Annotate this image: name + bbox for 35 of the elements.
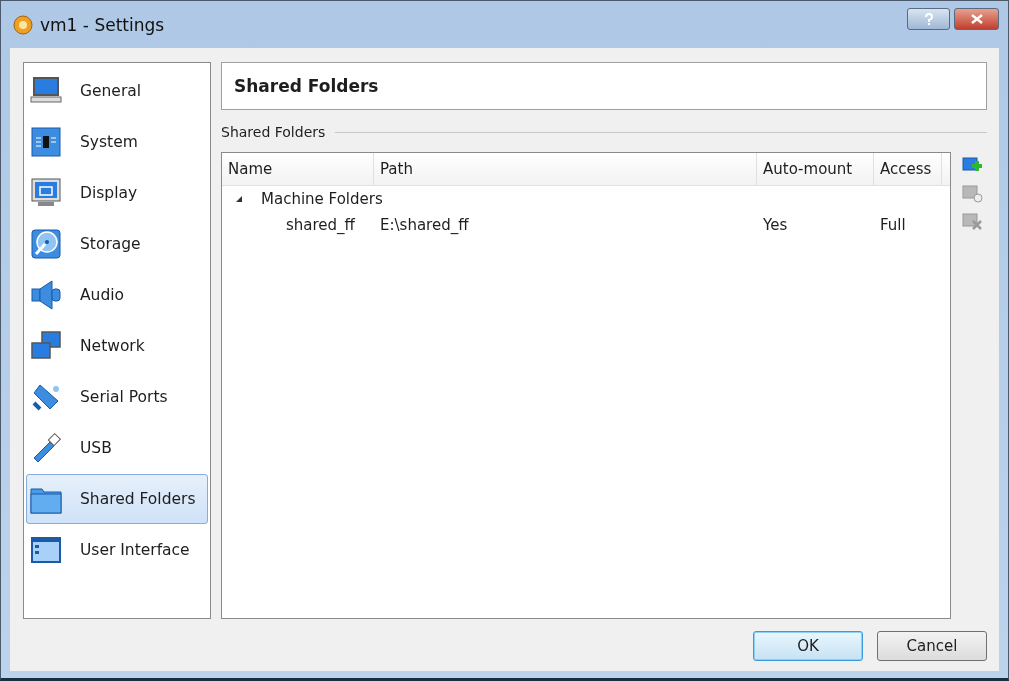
table-cell-text: Full [879,216,907,234]
sidebar-item[interactable]: User Interface [26,525,208,575]
table-cell-text: Yes [762,216,789,234]
speaker-icon [30,279,62,311]
help-button[interactable] [907,7,950,30]
sidebar-item[interactable]: Display [26,168,208,218]
column-header[interactable]: Access [874,153,942,185]
question-icon [923,12,934,25]
dialog-button[interactable]: OK [753,631,863,661]
sidebar-item[interactable]: System [26,117,208,167]
tree-group-label: Machine Folders [261,190,383,208]
sidebar-item[interactable]: Storage [26,219,208,269]
expand-toggle[interactable] [235,195,245,203]
table-cell-text: E:\shared_ff [379,216,470,234]
window-icon [30,534,62,566]
network-icon [30,330,62,362]
column-header[interactable]: Name [222,153,374,185]
sidebar-item[interactable]: Audio [26,270,208,320]
window-title: vm1 - Settings [40,14,165,35]
monitor-icon [30,177,62,209]
sidebar-item[interactable]: Network [26,321,208,371]
sidebar-item[interactable]: General [26,66,208,116]
sidebar-item[interactable]: USB [26,423,208,473]
column-header[interactable]: Path [374,153,757,185]
sidebar-item[interactable]: Serial Ports [26,372,208,422]
sidebar-item[interactable]: Shared Folders [26,474,208,524]
group-label: Shared Folders [221,124,326,140]
dialog-button[interactable]: Cancel [877,631,987,661]
table-cell-text: shared_ff [285,216,356,234]
column-header[interactable]: Auto-mount [757,153,874,185]
chip-icon [30,126,62,158]
gear-icon [12,13,34,36]
page-title: Shared Folders [234,76,379,96]
close-icon [970,13,983,24]
close-button[interactable] [954,7,999,30]
